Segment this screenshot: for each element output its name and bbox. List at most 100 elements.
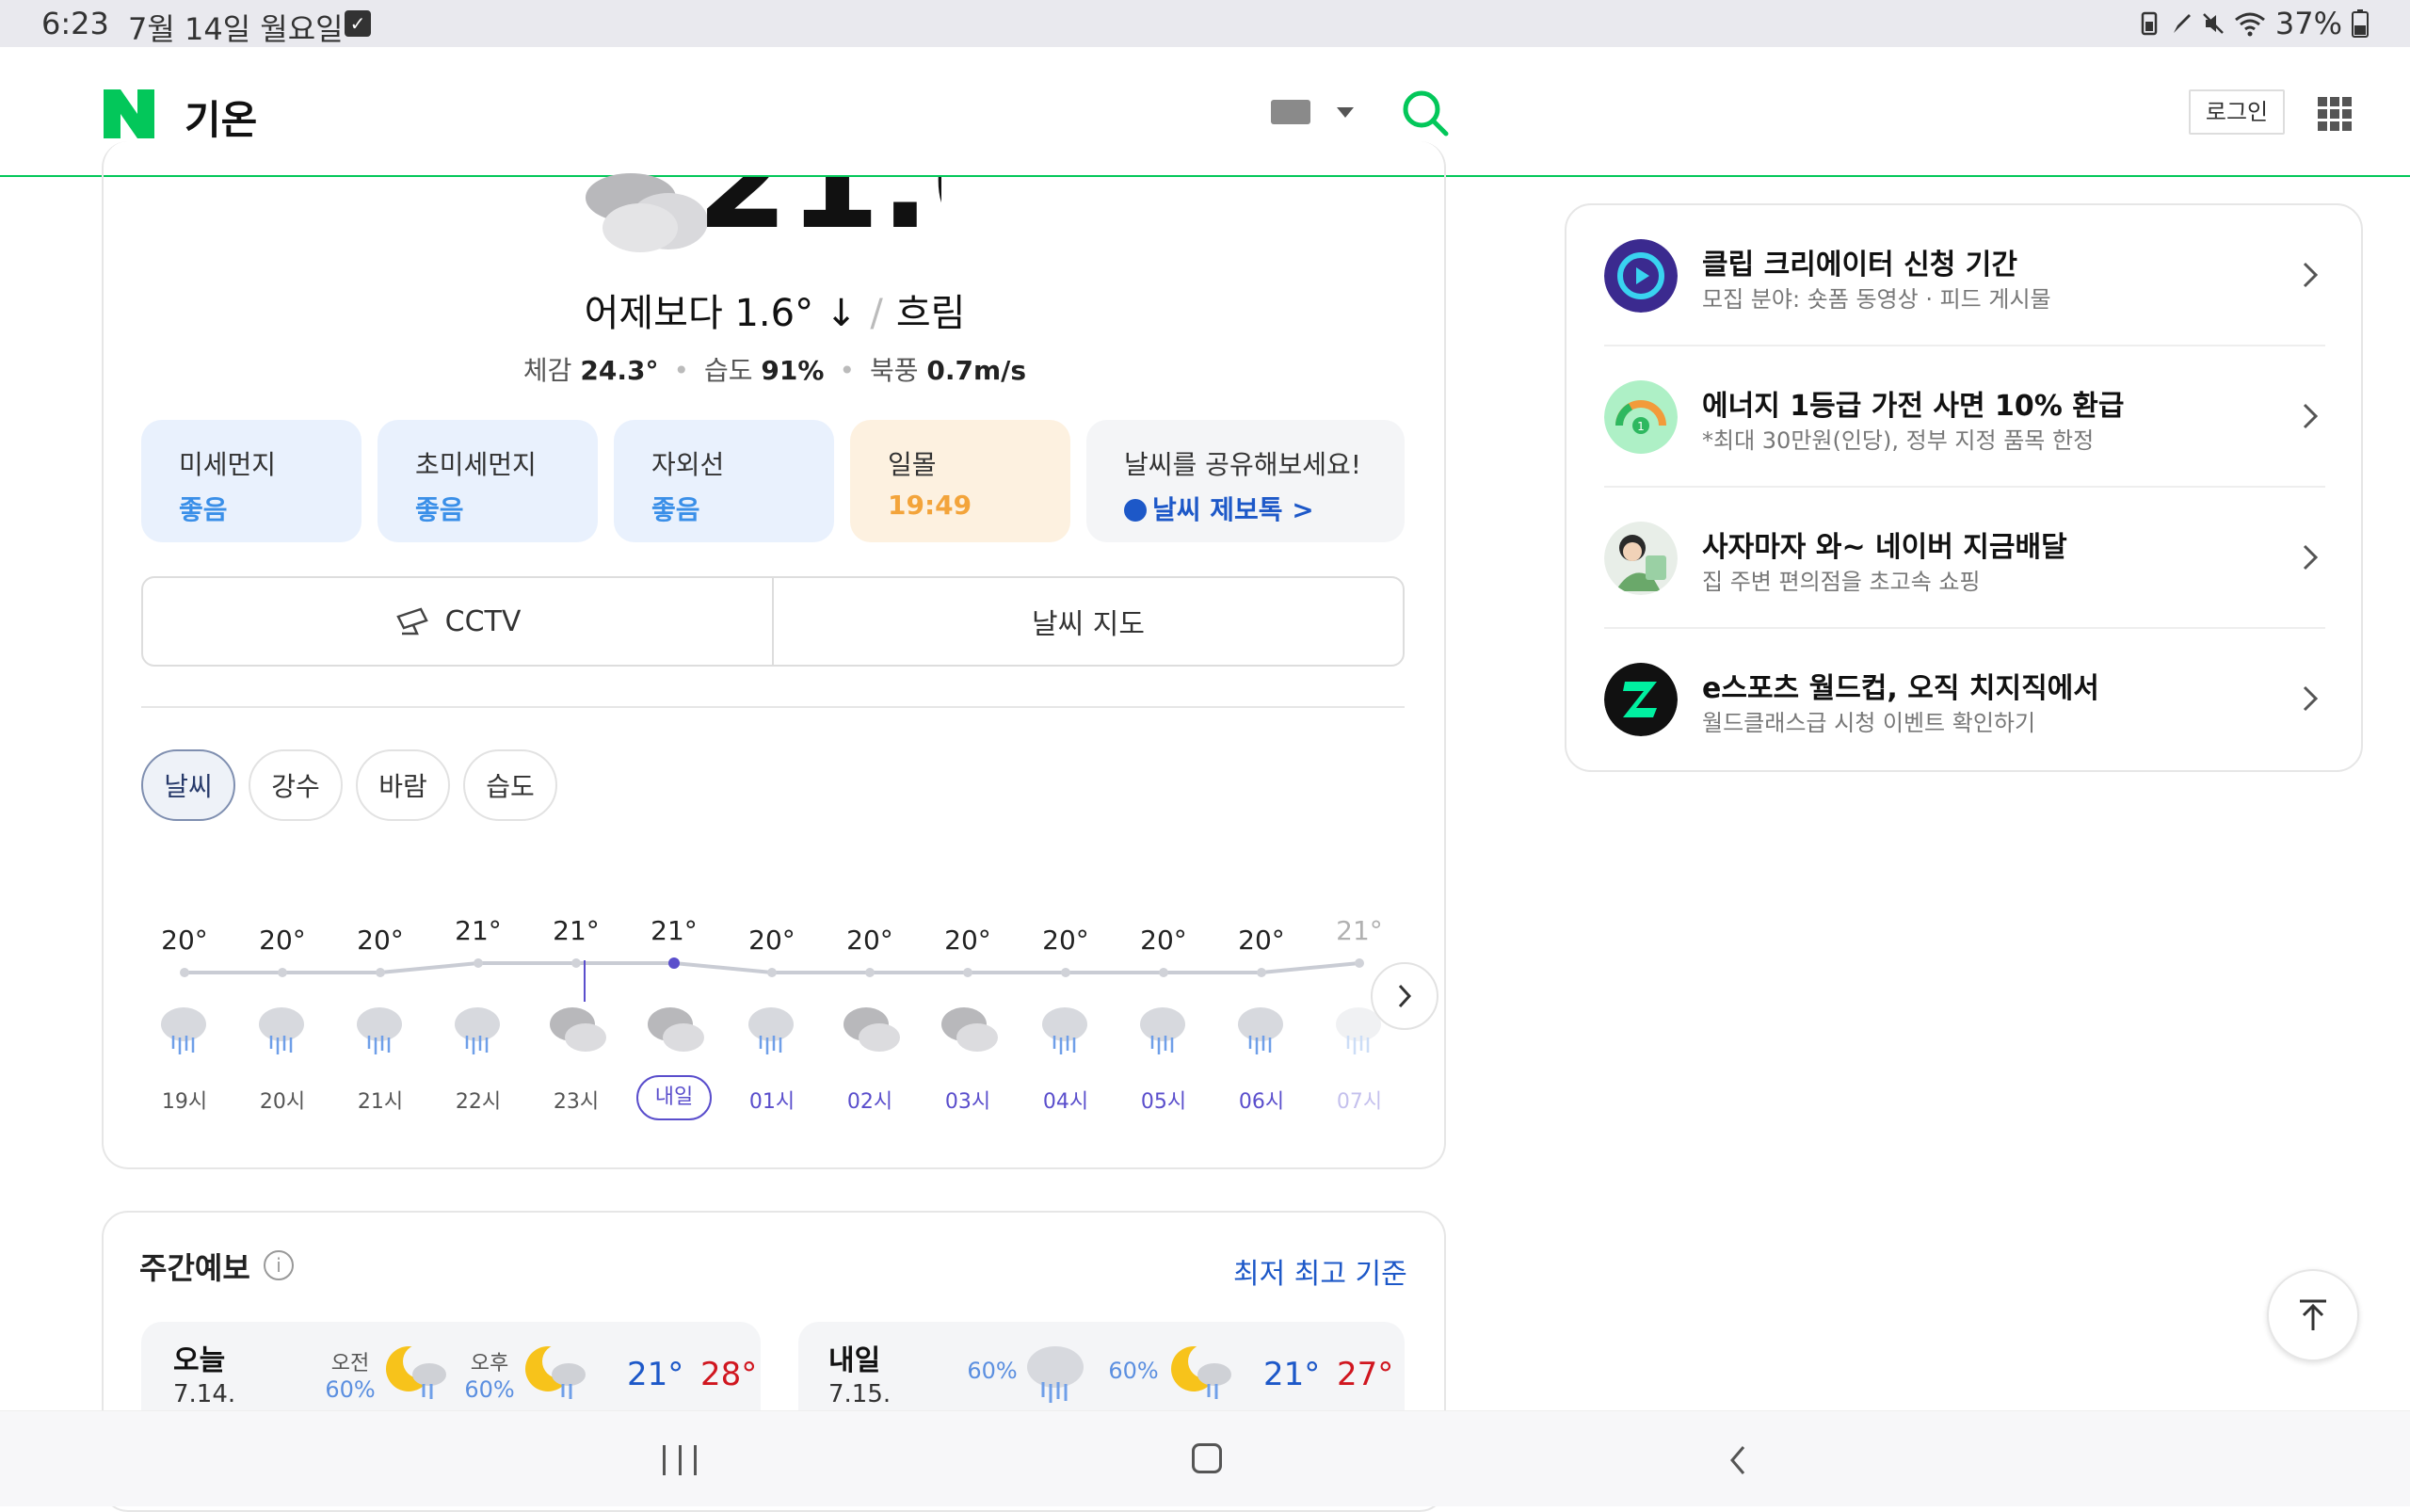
sun-rain-icon	[525, 1344, 586, 1399]
hour-temp: 21°	[553, 915, 600, 946]
hour-label: 01시	[748, 1090, 795, 1114]
battery-saver-icon	[2141, 11, 2158, 36]
search-icon[interactable]	[1401, 88, 1450, 137]
tab-weather[interactable]: 날씨	[141, 749, 235, 821]
am-precip: 60%	[967, 1358, 1018, 1384]
promo-item[interactable]: e스포츠 월드컵, 오직 치지직에서 월드클래스급 시청 이벤트 확인하기	[1604, 629, 2325, 770]
hour-temp: 21°	[455, 915, 502, 946]
battery-icon	[2352, 9, 2369, 38]
fine-dust-value: 좋음	[179, 494, 228, 525]
hour-temp: 20°	[748, 925, 795, 956]
hour-temp: 20°	[259, 925, 306, 956]
info-icon[interactable]: i	[264, 1250, 294, 1280]
fine-dust-box[interactable]: 미세먼지 좋음	[141, 420, 362, 542]
scroll-top-button[interactable]	[2267, 1269, 2359, 1361]
cloud-icon	[586, 173, 708, 252]
compare-line: 어제보다 1.6° ↓ / 흐림	[584, 292, 966, 335]
promo-item[interactable]: 클립 크리에이터 신청 기간 모집 분야: 숏폼 동영상 · 피드 게시물	[1604, 205, 2325, 346]
login-button[interactable]: 로그인	[2189, 89, 2285, 135]
tab-humidity[interactable]: 습도	[463, 749, 557, 821]
hour-temp: 20°	[944, 925, 991, 956]
temp-min: 21°	[1263, 1356, 1321, 1393]
status-time: 6:23	[41, 6, 109, 41]
hour-label: 05시	[1140, 1090, 1187, 1114]
hour-temp: 20°	[1140, 925, 1187, 956]
weather-report-link[interactable]: 날씨 제보톡 >	[1124, 490, 1405, 527]
day-date: 7.15.	[828, 1380, 892, 1408]
hour-temp: 21°	[1336, 915, 1383, 946]
hour-column: 20°	[343, 925, 418, 956]
hour-label: 02시	[846, 1090, 893, 1114]
hour-label: 04시	[1042, 1090, 1089, 1114]
tab-wind[interactable]: 바람	[356, 749, 450, 821]
condition-text: 흐림	[895, 292, 966, 335]
cctv-map-row: CCTV 날씨 지도	[141, 576, 1405, 667]
divider	[141, 706, 1405, 708]
hour-column: 21°	[636, 915, 712, 946]
ultrafine-dust-box[interactable]: 초미세먼지 좋음	[378, 420, 598, 542]
promo-item[interactable]: 1 에너지 1등급 가전 사면 10% 환급 *최대 30만원(인당), 정부 …	[1604, 346, 2325, 488]
status-date: 7월 14일 월요일	[128, 11, 344, 47]
rain-icon	[448, 1002, 506, 1064]
cloud-icon	[546, 1002, 608, 1060]
apps-grid-icon[interactable]	[2318, 97, 2352, 131]
compare-yesterday: 어제보다 1.6° ↓	[584, 292, 858, 335]
weekly-title: 주간예보	[139, 1250, 250, 1286]
rain-icon	[1231, 1002, 1290, 1064]
weather-map-button[interactable]: 날씨 지도	[772, 578, 1403, 665]
battery-percent: 37%	[2274, 6, 2342, 41]
hour-temp: 21°	[651, 915, 698, 946]
sunset-label: 일몰	[888, 449, 937, 480]
hour-column: 21°	[1322, 915, 1397, 946]
share-weather-label: 날씨를 공유해보세요!	[1124, 449, 1361, 480]
wifi-icon	[2234, 12, 2265, 37]
uv-box[interactable]: 자외선 좋음	[614, 420, 834, 542]
hour-temp: 20°	[161, 925, 208, 956]
hour-temp: 20°	[357, 925, 404, 956]
hour-column: 20°	[734, 925, 810, 956]
hour-column: 20°	[930, 925, 1005, 956]
cloud-icon	[840, 1002, 902, 1060]
rain-icon	[742, 1002, 800, 1064]
naver-logo[interactable]	[104, 89, 154, 138]
rain-icon	[1133, 1002, 1192, 1064]
promo-subtitle: 집 주변 편의점을 초고속 쇼핑	[1702, 569, 1981, 595]
now-marker	[584, 960, 586, 1002]
pm-precip: 60%	[1108, 1358, 1159, 1384]
promo-subtitle: 월드클래스급 시청 이벤트 확인하기	[1702, 710, 2036, 736]
sun-rain-icon	[386, 1344, 446, 1399]
chevron-down-icon[interactable]	[1337, 107, 1354, 118]
promo-title: 에너지 1등급 가전 사면 10% 환급	[1702, 390, 2125, 423]
home-icon[interactable]	[1192, 1443, 1222, 1473]
recents-icon[interactable]	[663, 1445, 697, 1475]
tab-precipitation[interactable]: 강수	[249, 749, 343, 821]
uv-value: 좋음	[651, 494, 700, 525]
hour-column: 20°	[832, 925, 908, 956]
pm-precip: 60%	[464, 1376, 515, 1403]
uv-label: 자외선	[651, 449, 725, 480]
current-temp: 21.6	[697, 177, 941, 235]
wind-value: 0.7m/s	[926, 355, 1027, 386]
temp-max: 27°	[1337, 1356, 1394, 1393]
promo-item[interactable]: 사자마자 와~ 네이버 지금배달 집 주변 편의점을 초고속 쇼핑	[1604, 488, 2325, 629]
hourly-next-button[interactable]	[1371, 962, 1438, 1030]
cctv-button[interactable]: CCTV	[143, 578, 772, 665]
share-weather-box[interactable]: 날씨를 공유해보세요! 날씨 제보톡 >	[1086, 420, 1405, 542]
back-icon[interactable]	[1728, 1443, 1747, 1477]
hour-column: 21°	[538, 915, 614, 946]
chevron-right-icon	[1398, 984, 1412, 1008]
minmax-toggle[interactable]: 최저 최고 기준	[1233, 1250, 1407, 1292]
sunset-box[interactable]: 일몰 19:49	[850, 420, 1070, 542]
sunset-value: 19:49	[888, 490, 972, 521]
rain-icon	[252, 1002, 311, 1064]
hour-label: 03시	[944, 1090, 991, 1114]
keyboard-icon[interactable]	[1271, 100, 1310, 124]
hour-temp: 20°	[1042, 925, 1089, 956]
cctv-label: CCTV	[444, 604, 522, 638]
page-title: 기온	[185, 97, 258, 143]
svg-text:1: 1	[1637, 420, 1645, 433]
hour-column: 21°	[441, 915, 516, 946]
hour-label: 19시	[161, 1090, 208, 1114]
android-nav-bar	[0, 1410, 2410, 1506]
mute-icon	[2202, 13, 2224, 34]
